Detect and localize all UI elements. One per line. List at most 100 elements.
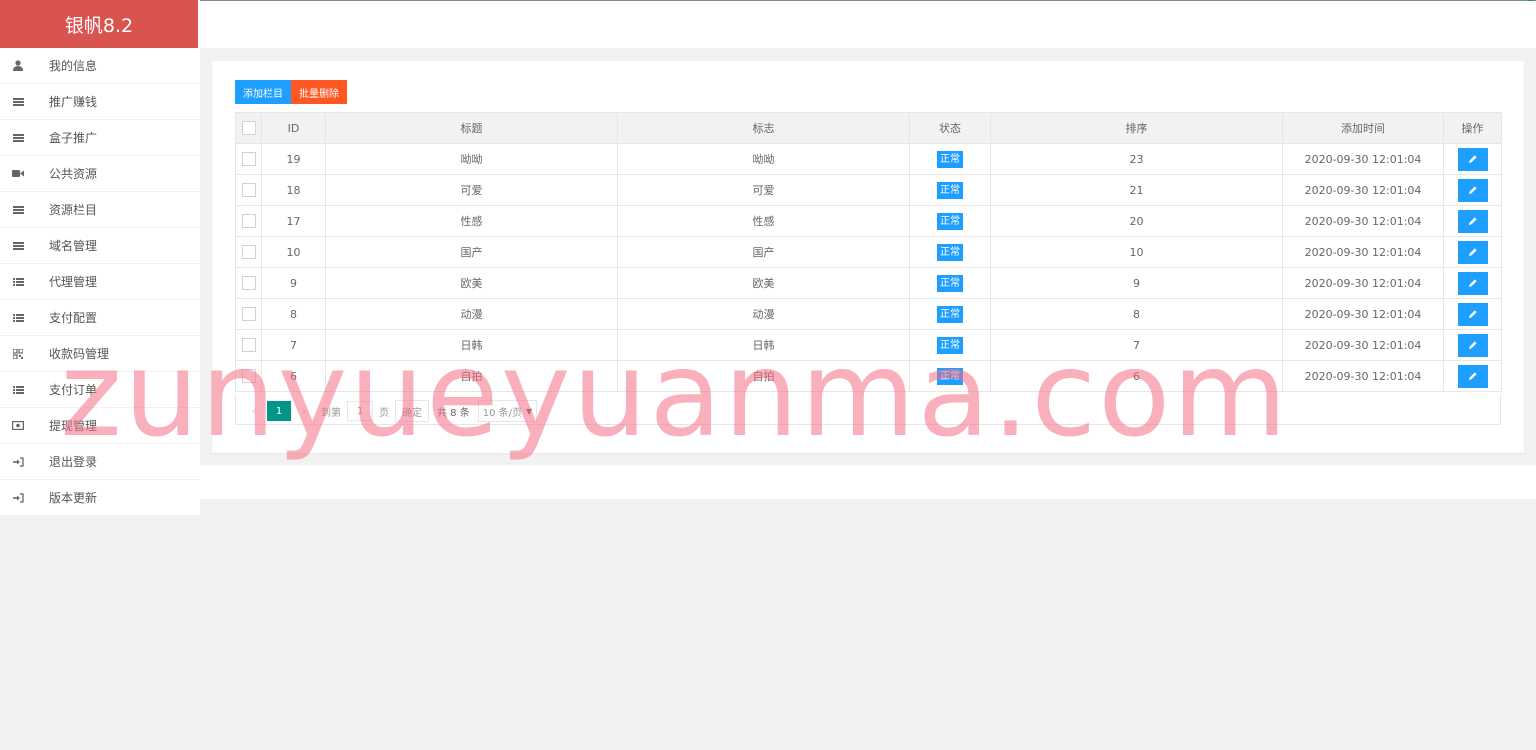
sidebar-item-label: 版本更新 xyxy=(49,491,98,505)
status-badge: 正常 xyxy=(937,150,963,168)
status-badge: 正常 xyxy=(937,274,963,292)
row-checkbox[interactable] xyxy=(241,183,256,197)
edit-button[interactable] xyxy=(1457,209,1488,233)
select-all-cell xyxy=(235,112,262,144)
cell-sign: 国产 xyxy=(617,236,910,268)
cell-sign: 性感 xyxy=(617,205,910,237)
row-checkbox[interactable] xyxy=(241,276,256,290)
cell-id: 18 xyxy=(261,174,326,206)
row-select-cell xyxy=(235,236,262,268)
cell-action xyxy=(1443,329,1502,361)
edit-button[interactable] xyxy=(1457,302,1488,326)
sidebar-item[interactable]: 支付订单 xyxy=(0,372,200,408)
cell-time: 2020-09-30 12:01:04 xyxy=(1282,329,1444,361)
sidebar-item[interactable]: 域名管理 xyxy=(0,228,200,264)
row-checkbox[interactable] xyxy=(241,338,256,352)
sidebar-item[interactable]: 版本更新 xyxy=(0,480,200,516)
edit-button[interactable] xyxy=(1457,364,1488,388)
sidebar-item[interactable]: 代理管理 xyxy=(0,264,200,300)
page-size-select[interactable]: 10 条/页 ▼ xyxy=(477,400,538,422)
pencil-icon xyxy=(1468,155,1477,163)
cell-sort: 9 xyxy=(990,267,1283,299)
header-title[interactable]: 标题 xyxy=(325,112,618,144)
money-icon xyxy=(12,420,24,432)
cell-title: 国产 xyxy=(325,236,618,268)
cell-sort: 7 xyxy=(990,329,1283,361)
sidebar-item[interactable]: 支付配置 xyxy=(0,300,200,336)
prev-page-icon[interactable]: ‹ xyxy=(247,404,261,418)
header-status[interactable]: 状态 xyxy=(909,112,991,144)
cell-title: 呦呦 xyxy=(325,143,618,175)
list-icon xyxy=(12,204,24,216)
status-badge: 正常 xyxy=(937,243,963,261)
edit-button[interactable] xyxy=(1457,240,1488,264)
goto-label: 到第 xyxy=(321,407,341,419)
next-page-icon[interactable]: › xyxy=(297,404,311,418)
cell-id: 9 xyxy=(261,267,326,299)
sidebar-item[interactable]: 退出登录 xyxy=(0,444,200,480)
sidebar-item[interactable]: 资源栏目 xyxy=(0,192,200,228)
sidebar-item[interactable]: 我的信息 xyxy=(0,48,200,84)
cell-title: 日韩 xyxy=(325,329,618,361)
sidebar-item[interactable]: 公共资源 xyxy=(0,156,200,192)
cell-sort: 6 xyxy=(990,360,1283,392)
cell-time: 2020-09-30 12:01:04 xyxy=(1282,360,1444,392)
goto-confirm-button[interactable]: 确定 xyxy=(395,400,429,422)
edit-button[interactable] xyxy=(1457,271,1488,295)
goto-page-input[interactable] xyxy=(347,401,373,421)
cell-sign: 可爱 xyxy=(617,174,910,206)
row-checkbox[interactable] xyxy=(241,307,256,321)
cell-sign: 动漫 xyxy=(617,298,910,330)
table-row: 7 日韩 日韩 正常 7 2020-09-30 12:01:04 xyxy=(235,329,1502,361)
add-column-button[interactable]: 添加栏目 xyxy=(235,80,291,104)
edit-button[interactable] xyxy=(1457,178,1488,202)
row-checkbox[interactable] xyxy=(241,245,256,259)
pencil-icon xyxy=(1468,341,1477,349)
cell-title: 动漫 xyxy=(325,298,618,330)
table-row: 17 性感 性感 正常 20 2020-09-30 12:01:04 xyxy=(235,205,1502,237)
current-page[interactable]: 1 xyxy=(267,401,291,421)
edit-button[interactable] xyxy=(1457,333,1488,357)
row-checkbox[interactable] xyxy=(241,214,256,228)
status-badge: 正常 xyxy=(937,305,963,323)
row-select-cell xyxy=(235,329,262,361)
row-select-cell xyxy=(235,267,262,299)
table-row: 9 欧美 欧美 正常 9 2020-09-30 12:01:04 xyxy=(235,267,1502,299)
batch-delete-button[interactable]: 批量删除 xyxy=(291,80,347,104)
header-action: 操作 xyxy=(1443,112,1502,144)
cell-action xyxy=(1443,298,1502,330)
header-sign[interactable]: 标志 xyxy=(617,112,910,144)
row-select-cell xyxy=(235,205,262,237)
cell-time: 2020-09-30 12:01:04 xyxy=(1282,267,1444,299)
sidebar-item-label: 我的信息 xyxy=(49,59,98,73)
edit-button[interactable] xyxy=(1457,147,1488,171)
cell-sort: 23 xyxy=(990,143,1283,175)
table-body: 19 呦呦 呦呦 正常 23 2020-09-30 12:01:04 18 可爱 可爱 正常 21 2… xyxy=(235,143,1502,392)
select-all-checkbox[interactable] xyxy=(241,121,256,135)
cell-sort: 21 xyxy=(990,174,1283,206)
sidebar-item[interactable]: 推广赚钱 xyxy=(0,84,200,120)
header-time[interactable]: 添加时间 xyxy=(1282,112,1444,144)
sidebar-item[interactable]: 收款码管理 xyxy=(0,336,200,372)
bulleted-list-icon xyxy=(12,276,24,288)
sidebar-item-label: 支付订单 xyxy=(49,383,98,397)
table-row: 6 自拍 自拍 正常 6 2020-09-30 12:01:04 xyxy=(235,360,1502,392)
cell-time: 2020-09-30 12:01:04 xyxy=(1282,143,1444,175)
cell-status: 正常 xyxy=(909,236,991,268)
cell-action xyxy=(1443,360,1502,392)
row-checkbox[interactable] xyxy=(241,369,256,383)
status-badge: 正常 xyxy=(937,181,963,199)
sidebar-item[interactable]: 提现管理 xyxy=(0,408,200,444)
list-icon xyxy=(12,132,24,144)
cell-action xyxy=(1443,236,1502,268)
page-size-value: 10 条/页 xyxy=(482,407,523,419)
header-id[interactable]: ID xyxy=(261,112,326,144)
sidebar-item[interactable]: 盒子推广 xyxy=(0,120,200,156)
row-checkbox[interactable] xyxy=(241,152,256,166)
cell-time: 2020-09-30 12:01:04 xyxy=(1282,298,1444,330)
header-sort[interactable]: 排序 xyxy=(990,112,1283,144)
sidebar-item-label: 支付配置 xyxy=(49,311,98,325)
row-select-cell xyxy=(235,143,262,175)
sidebar-nav: 我的信息推广赚钱 盒子推广 公共资源 资源栏目 域名管理 代理管理支付配置收款码管理支付订… xyxy=(0,48,200,516)
cell-id: 10 xyxy=(261,236,326,268)
